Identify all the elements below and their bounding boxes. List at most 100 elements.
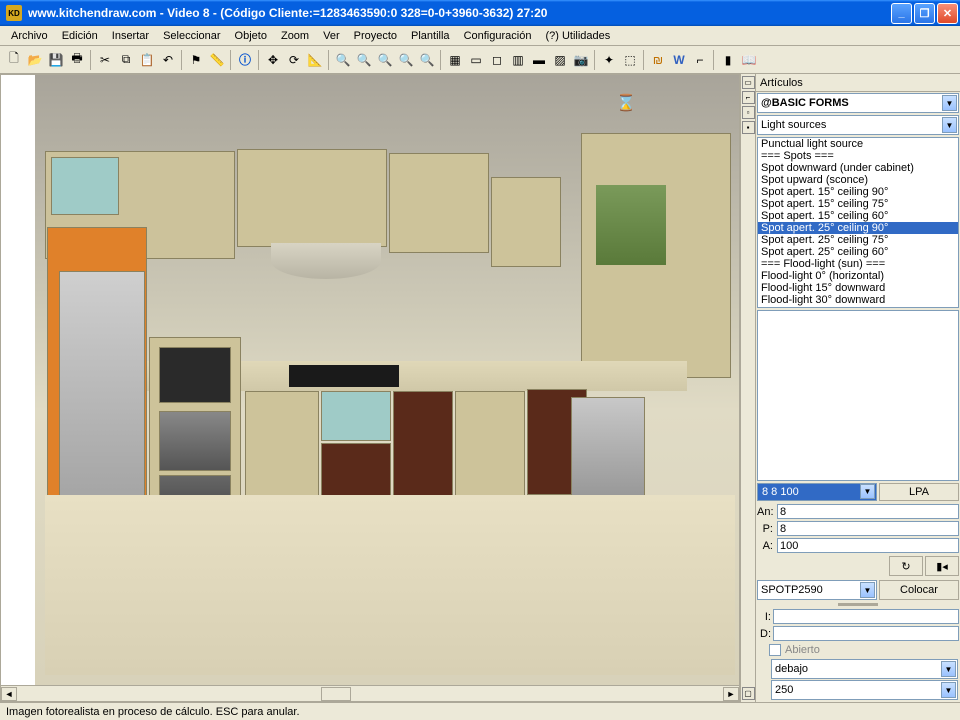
strip-tool-4[interactable]: ▪ bbox=[742, 121, 755, 134]
info-icon[interactable]: ⓘ bbox=[235, 50, 255, 70]
place-button[interactable]: Colocar bbox=[879, 580, 959, 600]
paste-icon[interactable]: 📋 bbox=[137, 50, 157, 70]
close-button[interactable]: ✕ bbox=[937, 3, 958, 24]
menu-seleccionar[interactable]: Seleccionar bbox=[156, 28, 227, 44]
refresh-button[interactable]: ↻ bbox=[889, 556, 923, 576]
scroll-right-icon[interactable]: ► bbox=[723, 687, 739, 701]
width-input[interactable] bbox=[777, 504, 959, 519]
zoom-all-icon[interactable]: 🔍 bbox=[417, 50, 437, 70]
menu-proyecto[interactable]: Proyecto bbox=[347, 28, 404, 44]
catalog-icon[interactable]: 📖 bbox=[739, 50, 759, 70]
palette-icon[interactable]: ▮ bbox=[718, 50, 738, 70]
list-item[interactable]: === Flood-light (sun) === bbox=[758, 258, 958, 270]
category-combo[interactable]: Light sources ▼ bbox=[757, 115, 959, 135]
scroll-left-icon[interactable]: ◄ bbox=[1, 687, 17, 701]
list-item[interactable]: Spot apert. 25° ceiling 75° bbox=[758, 234, 958, 246]
new-icon[interactable]: 🗋 bbox=[4, 50, 24, 70]
menu-objeto[interactable]: Objeto bbox=[228, 28, 274, 44]
zoom-fit-icon[interactable]: 🔍 bbox=[375, 50, 395, 70]
preview-list[interactable] bbox=[757, 310, 959, 481]
view-plan-icon[interactable]: ▦ bbox=[445, 50, 465, 70]
view-elev-icon[interactable]: ▭ bbox=[466, 50, 486, 70]
menu-utilidades[interactable]: (?) Utilidades bbox=[538, 28, 617, 44]
cut-icon[interactable]: ✂ bbox=[95, 50, 115, 70]
strip-tool-3[interactable]: ▫ bbox=[742, 106, 755, 119]
list-item[interactable]: Spot apert. 15° ceiling 90° bbox=[758, 186, 958, 198]
prop-d-input[interactable] bbox=[773, 626, 959, 641]
chevron-down-icon[interactable]: ▼ bbox=[942, 117, 957, 133]
zoom-out-icon[interactable]: 🔍 bbox=[333, 50, 353, 70]
side-toolstrip: ▭ ⌐ ▫ ▪ ▢ bbox=[740, 74, 756, 702]
chevron-down-icon[interactable]: ▼ bbox=[942, 95, 957, 111]
list-item[interactable]: Spot apert. 25° ceiling 90° bbox=[758, 222, 958, 234]
open-checkbox[interactable] bbox=[769, 644, 781, 656]
menu-ver[interactable]: Ver bbox=[316, 28, 347, 44]
copy-icon[interactable]: ⧉ bbox=[116, 50, 136, 70]
list-item[interactable]: Spot downward (under cabinet) bbox=[758, 162, 958, 174]
open-icon[interactable]: 📂 bbox=[25, 50, 45, 70]
list-item[interactable]: Punctual light source bbox=[758, 138, 958, 150]
height-label: A: bbox=[757, 540, 775, 552]
ref-combo[interactable]: SPOTP2590 ▼ bbox=[757, 580, 877, 600]
viewport[interactable]: ⌛ ◄ ► bbox=[0, 74, 740, 702]
chevron-down-icon[interactable]: ▼ bbox=[860, 484, 875, 499]
view-hidden-icon[interactable]: ▥ bbox=[508, 50, 528, 70]
article-list[interactable]: Punctual light source=== Spots ===Spot d… bbox=[757, 137, 959, 308]
move-icon[interactable]: ✥ bbox=[263, 50, 283, 70]
strip-tool-1[interactable]: ▭ bbox=[742, 76, 755, 89]
price-icon[interactable]: ₪ bbox=[648, 50, 668, 70]
view-wire-icon[interactable]: ◻ bbox=[487, 50, 507, 70]
print-icon[interactable]: 🖶 bbox=[67, 50, 87, 70]
flag-icon[interactable]: ⚑ bbox=[186, 50, 206, 70]
word-icon[interactable]: W bbox=[669, 50, 689, 70]
menu-zoom[interactable]: Zoom bbox=[274, 28, 316, 44]
list-item[interactable]: Flood-light 30° downward bbox=[758, 294, 958, 306]
undo-icon[interactable]: ↶ bbox=[158, 50, 178, 70]
list-item[interactable]: === Spots === bbox=[758, 150, 958, 162]
corner-icon[interactable]: ⌐ bbox=[690, 50, 710, 70]
hscrollbar[interactable]: ◄ ► bbox=[1, 685, 739, 701]
angle-icon[interactable]: 📐 bbox=[305, 50, 325, 70]
view-shade-icon[interactable]: ▬ bbox=[529, 50, 549, 70]
zoom-prev-icon[interactable]: 🔍 bbox=[396, 50, 416, 70]
strip-tool-bottom[interactable]: ▢ bbox=[742, 687, 755, 700]
position-combo[interactable]: debajo ▼ bbox=[771, 659, 958, 679]
maximize-button[interactable]: ❐ bbox=[914, 3, 935, 24]
list-item[interactable]: Spot upward (sconce) bbox=[758, 174, 958, 186]
menu-archivo[interactable]: Archivo bbox=[4, 28, 55, 44]
minimize-button[interactable]: _ bbox=[891, 3, 912, 24]
chevron-down-icon[interactable]: ▼ bbox=[860, 582, 875, 598]
tool1-icon[interactable]: ✦ bbox=[599, 50, 619, 70]
menu-configuracin[interactable]: Configuración bbox=[457, 28, 539, 44]
render-view[interactable]: ⌛ bbox=[1, 75, 739, 685]
rotate-icon[interactable]: ⟳ bbox=[284, 50, 304, 70]
view-real-icon[interactable]: ▨ bbox=[550, 50, 570, 70]
height-combo[interactable]: 250 ▼ bbox=[771, 680, 958, 700]
list-item[interactable]: Flood-light 45° downward bbox=[758, 306, 958, 308]
tool2-icon[interactable]: ⬚ bbox=[620, 50, 640, 70]
dimensions-summary[interactable]: 8 8 100 ▼ bbox=[757, 483, 877, 501]
list-item[interactable]: Spot apert. 25° ceiling 60° bbox=[758, 246, 958, 258]
list-item[interactable]: Spot apert. 15° ceiling 75° bbox=[758, 198, 958, 210]
list-item[interactable]: Spot apert. 15° ceiling 60° bbox=[758, 210, 958, 222]
chevron-down-icon[interactable]: ▼ bbox=[941, 682, 956, 698]
prop-i-input[interactable] bbox=[773, 609, 959, 624]
measure-icon[interactable]: 📏 bbox=[207, 50, 227, 70]
list-item[interactable]: Flood-light 15° downward bbox=[758, 282, 958, 294]
height-input-a[interactable] bbox=[777, 538, 959, 553]
ref-value: SPOTP2590 bbox=[761, 584, 823, 596]
menu-edicin[interactable]: Edición bbox=[55, 28, 105, 44]
zoom-in-icon[interactable]: 🔍 bbox=[354, 50, 374, 70]
chevron-down-icon[interactable]: ▼ bbox=[941, 661, 956, 677]
menu-plantilla[interactable]: Plantilla bbox=[404, 28, 457, 44]
catalog-combo[interactable]: @BASIC FORMS ▼ bbox=[757, 93, 959, 113]
save-icon[interactable]: 💾 bbox=[46, 50, 66, 70]
menu-insertar[interactable]: Insertar bbox=[105, 28, 156, 44]
depth-input[interactable] bbox=[777, 521, 959, 536]
camera-icon[interactable]: 📷 bbox=[571, 50, 591, 70]
lpa-button[interactable]: LPA bbox=[879, 483, 959, 501]
apply-button[interactable]: ▮◂ bbox=[925, 556, 959, 576]
scroll-thumb[interactable] bbox=[321, 687, 351, 701]
strip-tool-2[interactable]: ⌐ bbox=[742, 91, 755, 104]
list-item[interactable]: Flood-light 0° (horizontal) bbox=[758, 270, 958, 282]
